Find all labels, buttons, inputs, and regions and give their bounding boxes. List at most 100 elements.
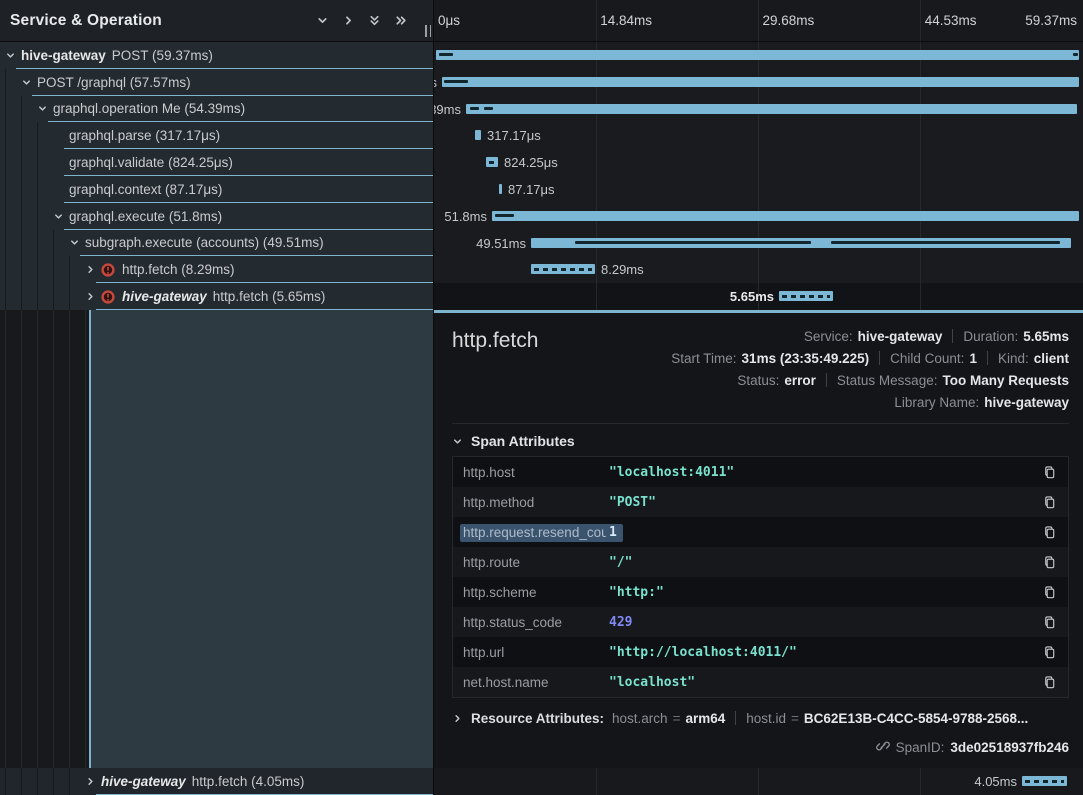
span-duration-bar[interactable] — [442, 77, 1079, 87]
resource-key: host.arch — [612, 711, 668, 726]
chevron-down-icon[interactable] — [69, 237, 85, 248]
chevron-right-icon[interactable] — [85, 264, 101, 275]
span-duration-bar[interactable] — [486, 157, 498, 167]
meta-label: Status: — [737, 373, 779, 388]
duration-label: 87.17μs — [508, 182, 555, 197]
span-bar-row-7[interactable]: 49.51ms — [434, 230, 1083, 257]
copy-icon[interactable] — [1040, 523, 1058, 541]
span-bar-row-0[interactable]: 59.37ms — [434, 42, 1083, 69]
child-span-mark — [575, 241, 811, 244]
meta-value: 1 — [969, 351, 977, 366]
pane-resize-handle[interactable] — [425, 25, 431, 37]
attribute-value: 429 — [609, 615, 1040, 630]
copy-icon[interactable] — [1040, 553, 1058, 571]
span-duration-bar[interactable] — [531, 238, 1071, 248]
span-duration-bar[interactable] — [466, 104, 1077, 114]
span-row-0[interactable]: hive-gatewayPOST (59.37ms) — [0, 42, 433, 69]
span-detail-panel: http.fetch Service:hive-gatewayDuration:… — [434, 310, 1083, 768]
duration-label: 4.05ms — [974, 774, 1017, 789]
span-label: graphql.parse (317.17μs) — [69, 128, 220, 143]
span-duration-bar[interactable] — [779, 291, 833, 301]
attribute-value: "/" — [609, 555, 1040, 570]
equals-sign: = — [791, 711, 799, 726]
span-bar-row-6[interactable]: 51.8ms — [434, 203, 1083, 230]
span-row-7[interactable]: subgraph.execute (accounts) (49.51ms) — [0, 230, 433, 257]
span-duration-bar[interactable] — [531, 264, 595, 274]
span-bar-row-2[interactable]: 54.39ms — [434, 96, 1083, 123]
chevron-down-icon[interactable] — [21, 77, 37, 88]
chevron-right-icon[interactable] — [85, 291, 101, 302]
timeline-tick: 59.37ms — [1025, 13, 1077, 28]
divider — [826, 373, 827, 387]
span-duration-bar[interactable] — [1022, 776, 1067, 786]
span-label: graphql.operation Me (54.39ms) — [53, 101, 245, 116]
duration-label: 57.57ms — [434, 75, 437, 90]
child-span-dashes — [489, 161, 495, 164]
span-id-row: SpanID: 3de02518937fb246 — [452, 734, 1069, 760]
span-row-9[interactable]: hive-gatewayhttp.fetch (5.65ms) — [0, 283, 433, 310]
span-bar-row-9[interactable]: 5.65ms — [434, 283, 1083, 310]
span-label: graphql.execute (51.8ms) — [69, 209, 222, 224]
meta-label: Service: — [804, 329, 853, 344]
span-meta: Service:hive-gatewayDuration:5.65msStart… — [558, 325, 1069, 413]
span-bar-row-1[interactable]: 57.57ms — [434, 69, 1083, 96]
link-icon[interactable] — [876, 739, 890, 756]
span-duration-bar[interactable] — [492, 211, 1079, 221]
copy-icon[interactable] — [1040, 673, 1058, 691]
meta-line: Status:errorStatus Message:Too Many Requ… — [558, 369, 1069, 391]
duration-label: 49.51ms — [476, 236, 526, 251]
copy-icon[interactable] — [1040, 493, 1058, 511]
chevron-down-icon[interactable] — [316, 14, 329, 27]
attribute-key: http.route — [463, 555, 609, 570]
span-row-bottom[interactable]: hive-gatewayhttp.fetch (4.05ms) — [0, 768, 434, 795]
meta-line: Library Name:hive-gateway — [558, 391, 1069, 413]
copy-icon[interactable] — [1040, 583, 1058, 601]
span-attributes-header[interactable]: Span Attributes — [452, 426, 1069, 456]
chevron-right-icon — [452, 713, 463, 724]
meta-line: Service:hive-gatewayDuration:5.65ms — [558, 325, 1069, 347]
chevron-right-icon[interactable] — [85, 776, 101, 787]
copy-icon[interactable] — [1040, 613, 1058, 631]
span-label: http.fetch (4.05ms) — [192, 774, 305, 789]
double-chevron-down-icon[interactable] — [368, 14, 381, 27]
span-row-1[interactable]: POST /graphql (57.57ms) — [0, 69, 433, 96]
span-row-8[interactable]: http.fetch (8.29ms) — [0, 256, 433, 283]
chevron-down-icon[interactable] — [5, 50, 21, 61]
child-span-mark — [444, 80, 468, 83]
meta-value: error — [784, 373, 816, 388]
span-duration-bar[interactable] — [436, 50, 1079, 60]
duration-label: 5.65ms — [730, 289, 774, 304]
span-row-6[interactable]: graphql.execute (51.8ms) — [0, 203, 433, 230]
span-row-2[interactable]: graphql.operation Me (54.39ms) — [0, 96, 433, 123]
span-id-value: 3de02518937fb246 — [950, 740, 1069, 755]
chevron-down-icon[interactable] — [37, 103, 53, 114]
span-label: POST /graphql (57.57ms) — [37, 75, 191, 90]
chevron-down-icon[interactable] — [53, 211, 69, 222]
span-row-5[interactable]: graphql.context (87.17μs) — [0, 176, 433, 203]
span-row-3[interactable]: graphql.parse (317.17μs) — [0, 122, 433, 149]
span-duration-bar[interactable] — [499, 184, 502, 194]
attribute-value: "localhost:4011" — [609, 465, 1040, 480]
double-chevron-right-icon[interactable] — [394, 14, 407, 27]
attribute-key: http.url — [463, 645, 609, 660]
copy-icon[interactable] — [1040, 463, 1058, 481]
resource-value: BC62E13B-C4CC-5854-9788-2568... — [804, 711, 1028, 726]
span-bar-row-8[interactable]: 8.29ms — [434, 256, 1083, 283]
span-label: subgraph.execute (accounts) (49.51ms) — [85, 235, 324, 250]
span-bar-row-4[interactable]: 824.25μs — [434, 149, 1083, 176]
span-bar-row-bottom[interactable]: 4.05ms — [434, 768, 1083, 795]
span-label: http.fetch (8.29ms) — [122, 262, 235, 277]
chevron-right-icon[interactable] — [342, 14, 355, 27]
timeline-tick: 14.84ms — [600, 13, 652, 28]
copy-icon[interactable] — [1040, 643, 1058, 661]
span-bar-row-3[interactable]: 317.17μs — [434, 122, 1083, 149]
span-bar-row-5[interactable]: 87.17μs — [434, 176, 1083, 203]
equals-sign: = — [673, 711, 681, 726]
span-duration-bar[interactable] — [475, 130, 481, 140]
span-label: POST (59.37ms) — [112, 48, 213, 63]
attribute-value: "localhost" — [609, 675, 1040, 690]
span-row-4[interactable]: graphql.validate (824.25μs) — [0, 149, 433, 176]
child-span-mark — [439, 53, 453, 56]
resource-attributes-row[interactable]: Resource Attributes: host.arch=arm64host… — [452, 702, 1069, 734]
span-attributes-table: http.host"localhost:4011"http.method"POS… — [452, 456, 1069, 698]
